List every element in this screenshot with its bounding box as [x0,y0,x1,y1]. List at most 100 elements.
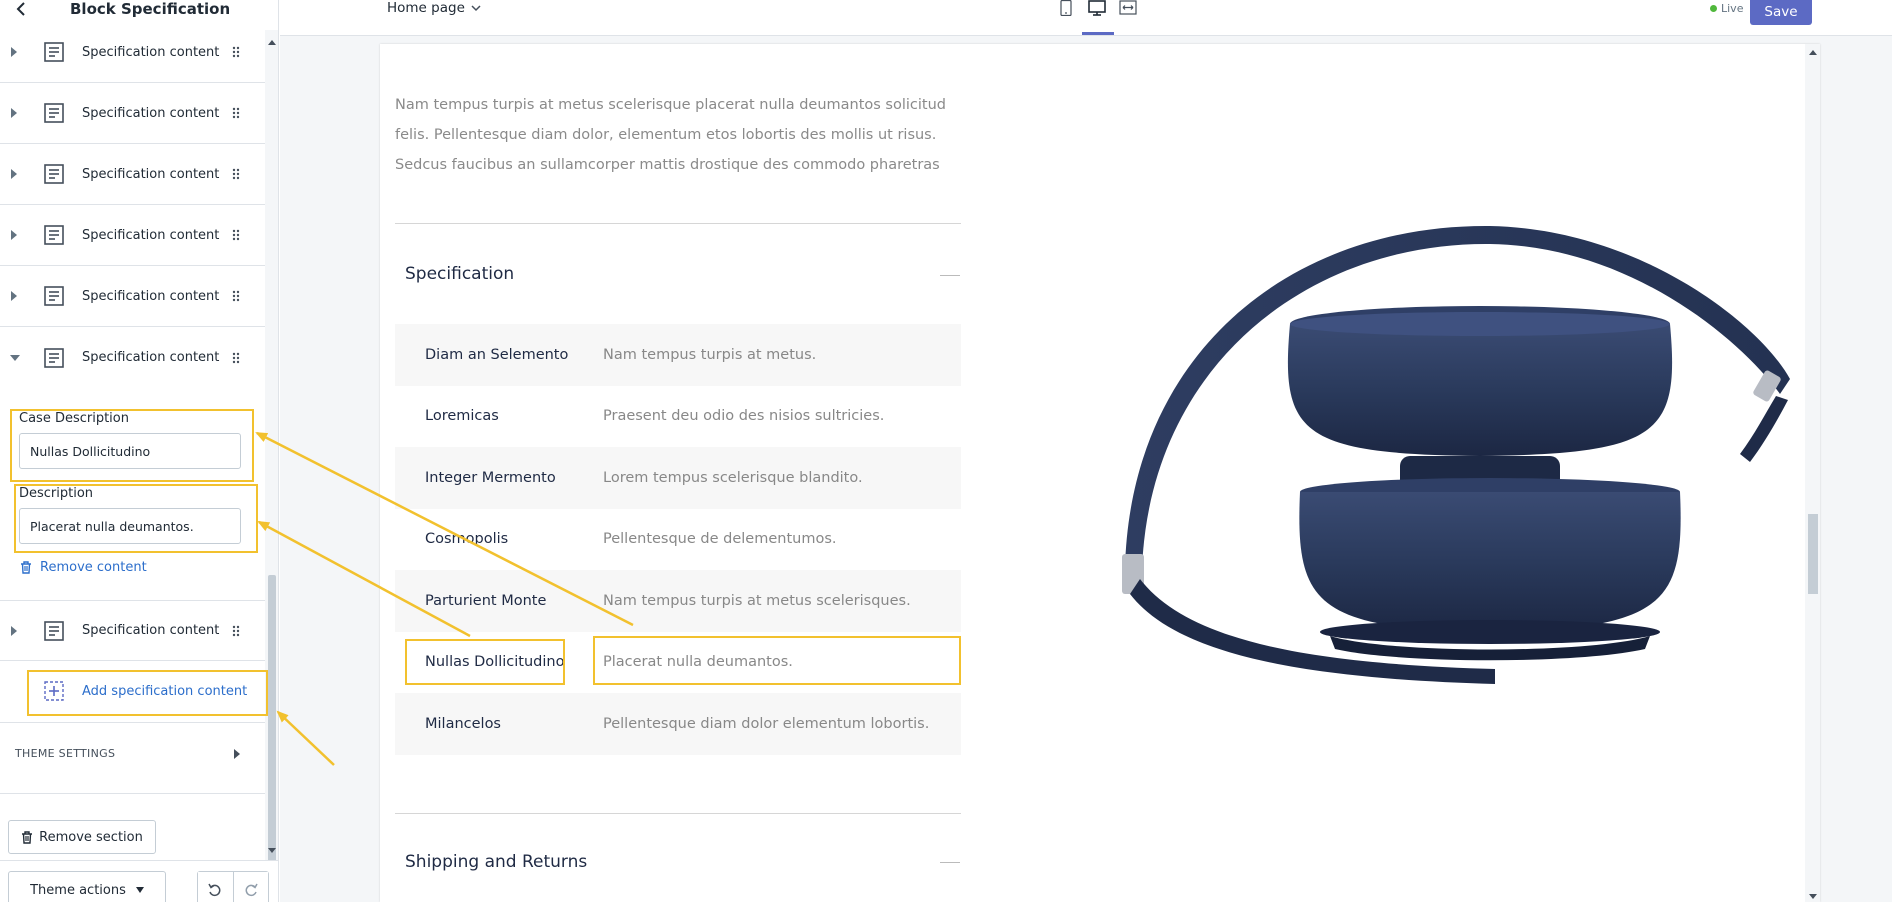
preview-scrollbar[interactable] [1805,44,1820,902]
theme-settings-label: THEME SETTINGS [15,747,116,760]
preview-frame: Nam tempus turpis at metus scelerisque p… [380,44,1820,902]
block-item-label: Specification content [82,227,220,243]
page-selector-label: Home page [387,0,465,16]
caret-right-icon[interactable] [10,291,18,301]
undo-icon [208,883,221,897]
block-item-label: Specification content [82,105,220,121]
live-label: Live [1721,2,1744,15]
divider [395,223,961,224]
drag-handle-icon[interactable] [232,46,240,58]
trash-icon [22,830,33,844]
spec-key: Parturient Monte [425,592,547,609]
caret-right-icon[interactable] [10,169,18,179]
page-selector[interactable]: Home page [387,0,481,16]
caret-down-icon[interactable] [10,354,20,362]
sidebar-header: Block Specification [0,0,278,30]
scrollbar-thumb[interactable] [1808,514,1818,594]
live-status: Live [1710,2,1743,15]
caret-right-icon[interactable] [10,625,18,636]
spec-row: Milancelos Pellentesque diam dolor eleme… [395,693,961,755]
shipping-returns-title[interactable]: Shipping and Returns [405,852,587,872]
sidebar-scrollbar[interactable] [265,30,278,870]
remove-section-button[interactable]: Remove section [8,820,156,854]
redo-button[interactable] [232,872,268,902]
spec-row: Loremicas Praesent deu odio des nisios s… [395,386,961,448]
theme-settings-section[interactable]: THEME SETTINGS [0,722,265,794]
drag-handle-icon[interactable] [232,168,240,180]
highlight-add-specification [27,670,268,716]
drag-handle-icon[interactable] [232,107,240,119]
block-item-label: Specification content [82,44,220,60]
text-block-icon [44,42,64,62]
remove-content-label: Remove content [40,560,147,575]
block-item[interactable]: Specification content [0,205,265,266]
divider [395,813,961,814]
spec-key: Integer Mermento [425,469,556,486]
undo-button[interactable] [198,872,233,902]
headphones-product-image [1122,225,1790,684]
block-item[interactable]: Specification content [0,600,265,661]
mobile-icon [1060,0,1072,16]
redo-icon [245,883,258,897]
highlight-spec-value [593,636,961,685]
theme-actions-label: Theme actions [30,882,126,898]
specification-title[interactable]: Specification [405,264,514,284]
spec-key: Milancelos [425,715,501,732]
scroll-up-arrow-icon[interactable] [1809,50,1817,55]
block-item-expanded[interactable]: Specification content [0,327,265,388]
live-dot-icon [1710,5,1717,12]
scrollbar-thumb[interactable] [268,575,276,870]
text-block-icon [44,225,64,245]
drag-handle-icon[interactable] [232,229,240,241]
block-item[interactable]: Specification content [0,144,265,205]
mobile-view-button[interactable] [1056,0,1076,20]
sidebar-footer: Theme actions [0,860,278,902]
chevron-down-icon [471,4,481,11]
block-item[interactable]: Specification content [0,30,265,83]
text-block-icon [44,164,64,184]
scroll-down-arrow-icon[interactable] [1809,894,1817,899]
spec-value: Lorem tempus scelerisque blandito. [603,469,863,486]
fullwidth-icon [1119,0,1137,15]
text-block-icon [44,103,64,123]
spec-value: Praesent deu odio des nisios sultricies. [603,408,885,425]
back-arrow-icon[interactable] [12,0,32,20]
intro-paragraph: Nam tempus turpis at metus scelerisque p… [395,97,946,173]
block-item-label: Specification content [82,166,220,182]
spec-row: Cosmopolis Pellentesque de delementumos. [395,509,961,571]
spec-value: Nam tempus turpis at metus scelerisques. [603,592,911,609]
specification-table: Diam an Selemento Nam tempus turpis at m… [395,324,961,755]
sidebar-title: Block Specification [70,0,231,18]
fullwidth-view-button[interactable] [1118,0,1138,20]
editor-topbar: Home page Live Save [280,0,1892,36]
scroll-down-arrow-icon[interactable] [268,848,276,853]
text-block-icon [44,620,64,641]
spec-key: Diam an Selemento [425,346,569,363]
spec-value: Nam tempus turpis at metus. [603,346,817,363]
remove-content-link[interactable]: Remove content [20,560,147,575]
spec-row: Diam an Selemento Nam tempus turpis at m… [395,324,961,386]
spec-row: Integer Mermento Lorem tempus scelerisqu… [395,447,961,509]
caret-right-icon[interactable] [10,108,18,118]
theme-actions-button[interactable]: Theme actions [8,871,166,902]
desktop-view-button[interactable] [1087,0,1107,20]
undo-redo-group [197,871,269,902]
text-block-icon [44,286,64,306]
spec-value: Pellentesque diam dolor elementum lobort… [603,715,930,732]
remove-section-label: Remove section [39,829,143,845]
save-button[interactable]: Save [1750,0,1812,25]
collapse-dash-icon[interactable] [940,275,960,276]
caret-right-icon[interactable] [10,230,18,240]
block-item[interactable]: Specification content [0,83,265,144]
scroll-up-arrow-icon[interactable] [268,40,276,45]
trash-icon [21,561,31,574]
drag-handle-icon[interactable] [232,352,240,364]
caret-right-icon[interactable] [10,47,18,57]
highlight-spec-key [405,639,565,685]
drag-handle-icon[interactable] [232,625,240,637]
drag-handle-icon[interactable] [232,290,240,302]
block-item[interactable]: Specification content [0,266,265,327]
active-device-indicator [1082,32,1114,35]
collapse-dash-icon[interactable] [940,862,960,863]
highlight-case-description [10,409,254,482]
